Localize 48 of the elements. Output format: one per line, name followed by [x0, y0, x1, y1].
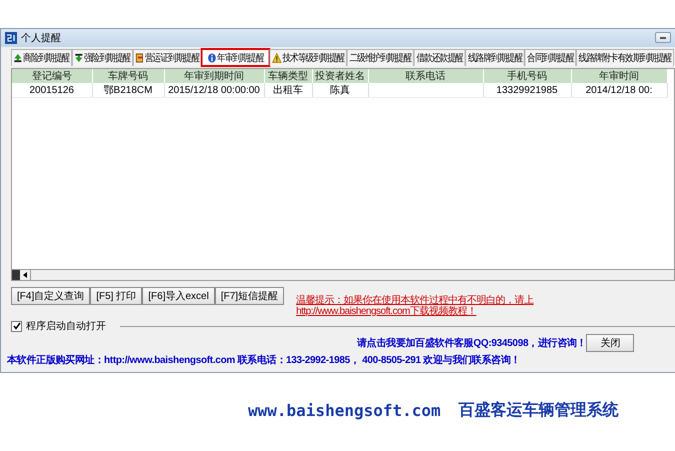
column-header[interactable]: 投资者姓名 — [312, 69, 368, 83]
tab[interactable]: 商险到期提醒 — [11, 49, 72, 66]
website-caption: www.baishengsoft.com — [248, 401, 441, 420]
minimize-button[interactable] — [655, 32, 671, 43]
table-cell: 2014/12/18 00: — [586, 84, 652, 96]
up-arrow-icon — [14, 53, 22, 63]
column-header[interactable]: 手机号码 — [483, 69, 571, 83]
scrollbar-thumb[interactable] — [12, 270, 20, 280]
document-icon — [136, 53, 144, 63]
toolbar-button[interactable]: [F5] 打印 — [90, 287, 142, 305]
purchase-link[interactable]: 本软件正版购买网址：http://www.baishengsoft.com 联系电话：133-2992-1985， 400-8505-291 欢迎与我们联系咨询！ — [7, 353, 520, 367]
tab[interactable]: 合同到期提醒 — [524, 49, 576, 66]
column-header[interactable]: 登记编号 — [12, 69, 92, 83]
left-arrow-icon[interactable] — [23, 272, 27, 278]
table-cell: 陈真 — [330, 85, 350, 96]
table-cell: 20015126 — [30, 84, 74, 96]
toolbar-button[interactable]: [F6]导入excel — [142, 287, 215, 305]
table-cell: 出租车 — [273, 85, 303, 96]
tab[interactable]: 营运证到期提醒 — [132, 49, 202, 66]
table-cell: 13329921985 — [496, 84, 558, 96]
qq-link[interactable]: 请点击我要加百盛软件客服QQ:9345098，进行咨询！ — [357, 336, 586, 350]
horizontal-scrollbar[interactable] — [11, 270, 675, 281]
tab[interactable]: 借款还款提醒 — [414, 49, 466, 66]
product-caption: 百盛客运车辆管理系统 — [458, 400, 619, 421]
tab[interactable]: 强险到期提醒 — [72, 49, 133, 66]
tab[interactable]: 年审到期提醒 — [202, 49, 270, 66]
tab[interactable]: 技术等级到期提醒 — [270, 49, 347, 66]
column-header[interactable]: 车牌号码 — [92, 69, 164, 83]
info-icon — [208, 53, 216, 63]
close-button[interactable]: 关闭 — [586, 334, 634, 352]
tab[interactable]: 线路牌到期提醒 — [465, 49, 525, 66]
tab[interactable]: 线路牌附卡有效期到期提醒 — [576, 49, 674, 66]
table-cell: 鄂B218CM — [104, 85, 152, 96]
warning-icon — [272, 53, 282, 63]
column-header[interactable]: 联系电话 — [368, 69, 483, 83]
toolbar-button[interactable]: [F7]短信提醒 — [214, 287, 284, 305]
checkbox-label: 程序启动自动打开 — [26, 320, 106, 333]
hint-text: 温馨提示：如果你在使用本软件过程中有不明白的，请上http://www.baishengsoft.com下载视频教程！ — [296, 295, 535, 317]
autostart-checkbox[interactable] — [11, 320, 22, 332]
window-title: 个人提醒 — [21, 32, 61, 45]
column-header[interactable]: 车辆类型 — [264, 69, 312, 83]
toolbar-button[interactable]: [F4]自定义查询 — [11, 287, 90, 305]
table-cell: 2015/12/18 00:00:00 — [168, 84, 260, 96]
column-header[interactable]: 年审到期时间 — [164, 69, 264, 83]
tab[interactable]: 二级维护到期提醒 — [346, 49, 414, 66]
app-icon — [5, 32, 17, 44]
down-arrow-icon — [74, 53, 84, 63]
column-header[interactable]: 年审时间 — [571, 69, 667, 83]
